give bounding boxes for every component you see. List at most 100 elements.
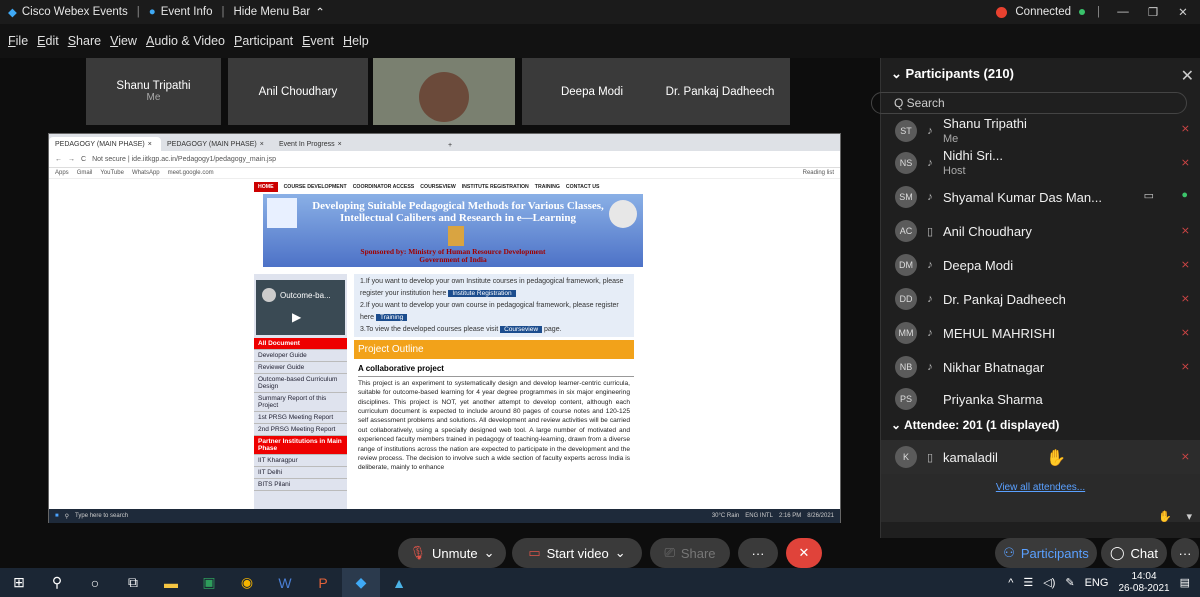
share-button[interactable]: ⎚ Share — [650, 538, 730, 568]
menu-event[interactable]: Event — [302, 34, 334, 48]
excel-icon[interactable]: ▣ — [190, 568, 228, 597]
bookmark-meet[interactable]: meet.google.com — [168, 170, 214, 176]
close-icon[interactable]: × — [338, 141, 342, 148]
notifications-icon[interactable]: ▤ — [1180, 576, 1190, 589]
unmute-button[interactable]: 🎙 Unmute ⌄ — [398, 538, 506, 568]
close-icon[interactable]: × — [148, 141, 152, 148]
chevron-down-icon[interactable]: ⌄ — [484, 545, 495, 561]
network-icon[interactable]: ☰ — [1023, 576, 1033, 589]
participant-row[interactable]: DM ♪ Deepa Modi — [895, 249, 1013, 281]
powerpoint-icon[interactable]: P — [304, 568, 342, 597]
chrome-icon[interactable]: ◉ — [228, 568, 266, 597]
mic-on-icon[interactable]: ● — [1181, 189, 1188, 201]
browser-tab[interactable]: Event In Progress × — [273, 137, 443, 151]
clock[interactable]: 14:04 26-08-2021 — [1118, 571, 1169, 594]
menu-share[interactable]: Share — [68, 34, 101, 48]
mic-muted-icon[interactable]: ⨯ — [1181, 326, 1190, 339]
participant-row[interactable]: MM ♪ MEHUL MAHRISHI — [895, 317, 1055, 349]
participants-button[interactable]: ⚇ Participants — [995, 538, 1097, 568]
close-icon[interactable]: ✕ — [1172, 5, 1194, 19]
reading-list[interactable]: Reading list — [803, 170, 840, 176]
sidebar-item[interactable]: Reviewer Guide — [254, 362, 347, 374]
forward-icon[interactable]: → — [68, 156, 75, 163]
play-icon[interactable]: ▶ — [292, 310, 301, 324]
video-tile[interactable]: Shanu Tripathi Me — [86, 58, 221, 125]
browser-tab[interactable]: PEDAGOGY (MAIN PHASE) × — [161, 137, 273, 151]
chevron-up-icon[interactable]: ⌃ — [315, 5, 325, 19]
windows-start-icon[interactable]: ⊞ — [0, 568, 38, 597]
attendee-row[interactable]: K ▯ kamaladil — [895, 441, 998, 473]
video-tile[interactable]: Deepa Modi — [522, 58, 662, 125]
menu-help[interactable]: Help — [343, 34, 369, 48]
photos-icon[interactable]: ▲ — [380, 568, 418, 597]
video-tile[interactable]: Anil Choudhary — [228, 58, 368, 125]
cortana-icon[interactable]: ○ — [76, 568, 114, 597]
participant-row[interactable]: AC ▯ Anil Choudhary — [895, 215, 1032, 247]
sidebar-item[interactable]: All Document — [254, 338, 347, 350]
bookmark-apps[interactable]: Apps — [55, 170, 69, 176]
nav-courseview[interactable]: COURSEVIEW — [420, 184, 455, 190]
menu-participant[interactable]: Participant — [234, 34, 293, 48]
more-options-icon[interactable]: ▾ — [1186, 510, 1192, 523]
mic-muted-icon[interactable]: ⨯ — [1181, 122, 1190, 135]
reload-icon[interactable]: C — [81, 156, 86, 163]
sidebar-item[interactable]: 2nd PRSG Meeting Report — [254, 424, 347, 436]
mic-muted-icon[interactable]: ⨯ — [1181, 224, 1190, 237]
sidebar-item[interactable]: IIT Delhi — [254, 467, 347, 479]
more-button[interactable]: ··· — [738, 538, 778, 568]
webex-icon[interactable]: ◆ — [342, 568, 380, 597]
menu-edit[interactable]: Edit — [37, 34, 59, 48]
sidebar-item[interactable]: 1st PRSG Meeting Report — [254, 412, 347, 424]
close-icon[interactable]: × — [260, 141, 264, 148]
nav-home[interactable]: HOME — [254, 182, 278, 192]
nav-training[interactable]: TRAINING — [535, 184, 560, 190]
mic-muted-icon[interactable]: ⨯ — [1181, 360, 1190, 373]
view-all-attendees-link[interactable]: View all attendees... — [881, 474, 1200, 522]
mic-muted-icon[interactable]: ⨯ — [1181, 292, 1190, 305]
search-icon[interactable]: ⚲ — [38, 568, 76, 597]
menu-file[interactable]: File — [8, 34, 28, 48]
mic-muted-icon[interactable]: ⨯ — [1181, 258, 1190, 271]
participant-row[interactable]: NS ♪ Nidhi Sri... Host — [895, 147, 1003, 179]
sidebar-item[interactable]: Summary Report of this Project — [254, 393, 347, 412]
more-panels-button[interactable]: ··· — [1171, 538, 1199, 568]
participant-row[interactable]: DD ♪ Dr. Pankaj Dadheech — [895, 283, 1066, 315]
bookmark-whatsapp[interactable]: WhatsApp — [132, 170, 160, 176]
language-indicator[interactable]: ENG — [1085, 577, 1109, 589]
address-bar[interactable]: ← → C Not secure | ide.iitkgp.ac.in/Peda… — [49, 151, 840, 168]
nav-contact-us[interactable]: CONTACT US — [566, 184, 600, 190]
restore-icon[interactable]: ❐ — [1142, 5, 1164, 19]
event-info-button[interactable]: Event Info — [161, 6, 213, 18]
sidebar-item[interactable]: IIT Kharagpur — [254, 455, 347, 467]
url-text[interactable]: Not secure | ide.iitkgp.ac.in/Pedagogy1/… — [92, 156, 276, 163]
task-view-icon[interactable]: ⧉ — [114, 568, 152, 597]
close-icon[interactable]: ✕ — [1181, 66, 1194, 86]
attendee-header[interactable]: ⌄ Attendee: 201 (1 displayed) — [891, 418, 1059, 432]
nav-course-development[interactable]: COURSE DEVELOPMENT — [284, 184, 347, 190]
menu-audio-video[interactable]: Audio & Video — [146, 34, 225, 48]
browser-tab[interactable]: PEDAGOGY (MAIN PHASE) × — [49, 137, 161, 151]
chevron-down-icon[interactable]: ⌄ — [615, 545, 626, 561]
sidebar-item[interactable]: Developer Guide — [254, 350, 347, 362]
hide-menu-bar-button[interactable]: Hide Menu Bar — [234, 6, 311, 18]
active-speaker-video[interactable] — [373, 58, 515, 125]
sidebar-item[interactable]: Outcome-based Curriculum Design — [254, 374, 347, 393]
new-tab-icon[interactable]: + — [443, 140, 457, 151]
sidebar-item[interactable]: BITS Pilani — [254, 479, 347, 491]
chat-button[interactable]: ◯ Chat — [1101, 538, 1167, 568]
word-icon[interactable]: W — [266, 568, 304, 597]
bookmark-youtube[interactable]: YouTube — [100, 170, 124, 176]
mic-muted-icon[interactable]: ⨯ — [1181, 156, 1190, 169]
participant-row[interactable]: PS Priyanka Sharma — [895, 383, 1043, 415]
pen-icon[interactable]: ✎ — [1065, 576, 1074, 589]
file-explorer-icon[interactable]: ▬ — [152, 568, 190, 597]
menu-view[interactable]: View — [110, 34, 137, 48]
nav-institute-registration[interactable]: INSTITUTE REGISTRATION — [462, 184, 529, 190]
tray-chevron-icon[interactable]: ^ — [1008, 577, 1013, 589]
bookmark-gmail[interactable]: Gmail — [77, 170, 93, 176]
video-tile[interactable]: Dr. Pankaj Dadheech — [650, 58, 790, 125]
institute-registration-button[interactable]: Institute Registration — [448, 289, 516, 297]
participant-row[interactable]: ST ♪ Shanu Tripathi Me — [895, 115, 1027, 147]
hand-icon[interactable]: ✋ — [1158, 510, 1172, 523]
minimize-icon[interactable]: — — [1112, 6, 1134, 18]
